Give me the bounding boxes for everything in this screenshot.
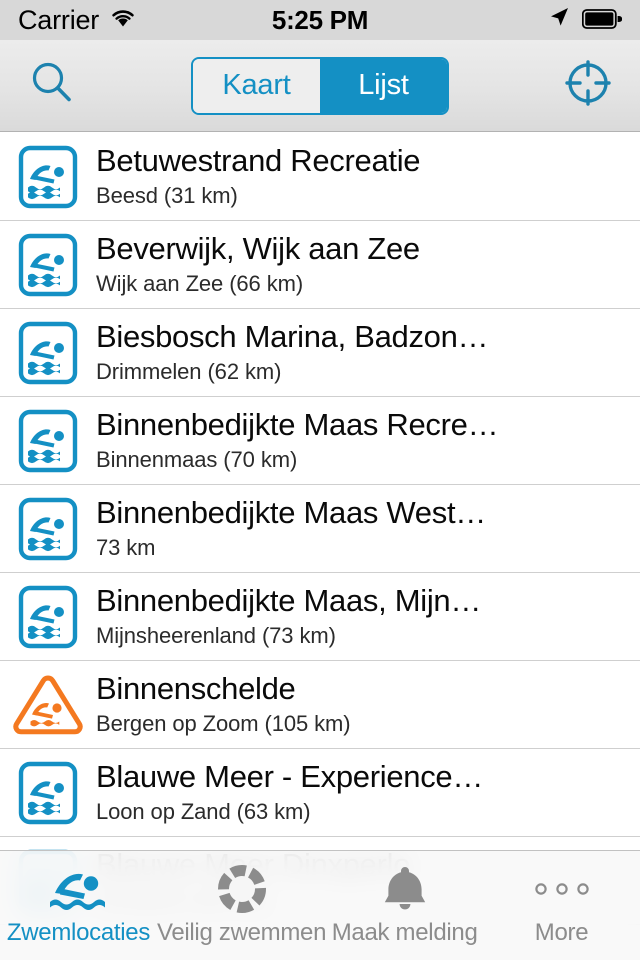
list-item-text: Biesbosch Marina, Badzon… Drimmelen (62 k…: [96, 320, 640, 384]
segment-lijst[interactable]: Lijst: [320, 58, 447, 113]
list-item-subtitle: Wijk aan Zee (66 km): [96, 270, 304, 296]
list-item-title: Binnenschelde: [96, 672, 296, 706]
list-item-title: Biesbosch Marina, Badzon…: [96, 320, 489, 354]
tab-veilig-zwemmen[interactable]: Veilig zwemmen: [157, 851, 326, 960]
list-item-text: Blauwe Meer - Experience… Loon op Zand (6…: [96, 760, 640, 824]
segment-kaart[interactable]: Kaart: [193, 58, 320, 113]
swimmer-icon: [47, 861, 109, 917]
navigation-bar: Kaart Lijst: [0, 40, 640, 132]
swimmer-sign-icon: [0, 761, 96, 825]
list-item-title: Blauwe Meer - Experience…: [96, 760, 484, 794]
list-item[interactable]: Biesbosch Marina, Badzon… Drimmelen (62 k…: [0, 309, 640, 397]
list-item[interactable]: Binnenbedijkte Maas Recre… Binnenmaas (70…: [0, 397, 640, 485]
list-item-subtitle: Drimmelen (62 km): [96, 358, 282, 384]
tab-bar: Zwemlocaties Veilig zwemmen Maak melding: [0, 850, 640, 960]
wifi-icon: [109, 5, 137, 36]
search-button[interactable]: [22, 56, 82, 116]
swim-locations-list[interactable]: Betuwestrand Recreatie Beesd (31 km) Bever…: [0, 133, 640, 960]
tab-label-veilig-zwemmen: Veilig zwemmen: [156, 919, 327, 946]
swimmer-sign-icon: [0, 233, 96, 297]
list-item-text: Binnenbedijkte Maas, Mijn… Mijnsheerenlan…: [96, 584, 640, 648]
list-item-subtitle: Bergen op Zoom (105 km): [96, 710, 351, 736]
location-arrow-icon: [546, 4, 572, 37]
more-dots-icon: [529, 861, 595, 917]
tab-label-maak-melding: Maak melding: [331, 919, 478, 946]
battery-full-icon: [581, 5, 623, 36]
status-bar: Carrier 5:25 PM: [0, 0, 640, 40]
list-item-title: Binnenbedijkte Maas, Mijn…: [96, 584, 482, 618]
app-screen: Carrier 5:25 PM Kaart Lijst Betuwestrand…: [0, 0, 640, 960]
locate-me-button[interactable]: [558, 56, 618, 116]
list-item-title: Binnenbedijkte Maas West…: [96, 496, 486, 530]
list-item-subtitle: Mijnsheerenland (73 km): [96, 622, 336, 648]
carrier-label: Carrier: [18, 4, 100, 35]
list-item[interactable]: Binnenschelde Bergen op Zoom (105 km): [0, 661, 640, 749]
tab-more[interactable]: More: [483, 851, 640, 960]
list-item[interactable]: Betuwestrand Recreatie Beesd (31 km): [0, 133, 640, 221]
list-item-subtitle: Binnenmaas (70 km): [96, 446, 298, 472]
list-item[interactable]: Blauwe Meer - Experience… Loon op Zand (6…: [0, 749, 640, 837]
list-item-title: Beverwijk, Wijk aan Zee: [96, 232, 420, 266]
list-item-text: Binnenbedijkte Maas West… 73 km: [96, 496, 640, 560]
list-item-text: Beverwijk, Wijk aan Zee Wijk aan Zee (66 …: [96, 232, 640, 296]
list-item-title: Binnenbedijkte Maas Recre…: [96, 408, 499, 442]
list-item-text: Betuwestrand Recreatie Beesd (31 km): [96, 144, 640, 208]
view-mode-segmented-control[interactable]: Kaart Lijst: [191, 56, 449, 115]
tab-label-more: More: [534, 919, 589, 946]
tab-zwemlocaties[interactable]: Zwemlocaties: [0, 851, 157, 960]
status-bar-left: Carrier: [18, 5, 137, 36]
swimmer-sign-icon: [0, 145, 96, 209]
list-item[interactable]: Binnenbedijkte Maas, Mijn… Mijnsheerenlan…: [0, 573, 640, 661]
swimmer-warning-triangle-icon: [0, 673, 96, 737]
bell-icon: [379, 861, 431, 917]
swimmer-sign-icon: [0, 409, 96, 473]
tab-label-zwemlocaties: Zwemlocaties: [6, 919, 151, 946]
list-item-title: Betuwestrand Recreatie: [96, 144, 421, 178]
list-item[interactable]: Binnenbedijkte Maas West… 73 km: [0, 485, 640, 573]
swimmer-sign-icon: [0, 585, 96, 649]
search-icon: [27, 58, 77, 113]
crosshair-locate-icon: [562, 57, 614, 114]
list-item-text: Binnenbedijkte Maas Recre… Binnenmaas (70…: [96, 408, 640, 472]
lifebuoy-icon: [215, 861, 269, 917]
swimmer-sign-icon: [0, 321, 96, 385]
tab-maak-melding[interactable]: Maak melding: [326, 851, 483, 960]
swimmer-sign-icon: [0, 497, 96, 561]
list-item-subtitle: Beesd (31 km): [96, 182, 238, 208]
list-item-text: Binnenschelde Bergen op Zoom (105 km): [96, 672, 640, 736]
status-bar-right: [546, 4, 623, 37]
list-item-subtitle: Loon op Zand (63 km): [96, 798, 311, 824]
list-item[interactable]: Beverwijk, Wijk aan Zee Wijk aan Zee (66 …: [0, 221, 640, 309]
list-item-subtitle: 73 km: [96, 534, 156, 560]
